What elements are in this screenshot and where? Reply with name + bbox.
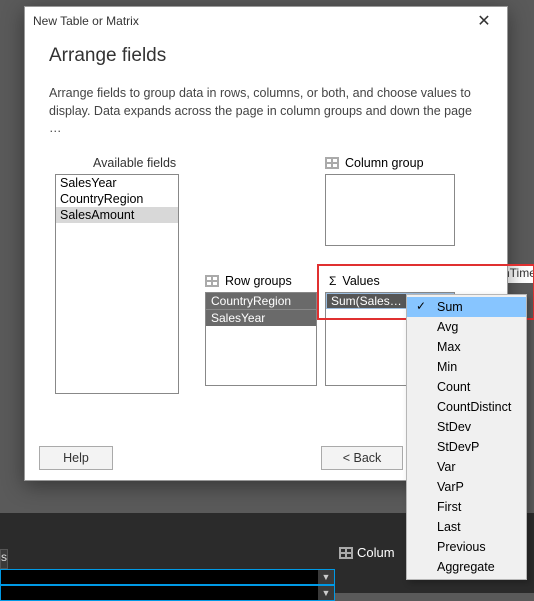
available-field-item[interactable]: SalesYear — [56, 175, 178, 191]
table-icon — [205, 275, 219, 287]
designer-row-1[interactable]: ▼ — [0, 569, 335, 585]
aggregate-context-menu[interactable]: SumAvgMaxMinCountCountDistinctStDevStDev… — [406, 294, 527, 580]
available-field-item[interactable]: CountryRegion — [56, 191, 178, 207]
menu-item-countdistinct[interactable]: CountDistinct — [407, 397, 526, 417]
menu-item-aggregate[interactable]: Aggregate — [407, 557, 526, 577]
menu-item-var[interactable]: Var — [407, 457, 526, 477]
menu-item-first[interactable]: First — [407, 497, 526, 517]
menu-item-max[interactable]: Max — [407, 337, 526, 357]
row-dropdown[interactable]: ▼ — [318, 570, 334, 584]
back-button[interactable]: < Back — [321, 446, 403, 470]
values-header: Σ Values — [329, 274, 380, 288]
menu-item-varp[interactable]: VarP — [407, 477, 526, 497]
available-field-item[interactable]: SalesAmount — [56, 207, 178, 223]
table-icon — [325, 157, 339, 169]
side-tab[interactable]: s — [0, 549, 8, 569]
menu-item-stdevp[interactable]: StDevP — [407, 437, 526, 457]
row-groups-header: Row groups — [205, 274, 292, 288]
values-label: Values — [342, 274, 379, 288]
dialog-titlebar: New Table or Matrix ✕ — [25, 7, 507, 35]
menu-item-stdev[interactable]: StDev — [407, 417, 526, 437]
close-button[interactable]: ✕ — [469, 11, 499, 31]
menu-item-previous[interactable]: Previous — [407, 537, 526, 557]
dialog-description: Arrange fields to group data in rows, co… — [49, 85, 483, 138]
menu-item-last[interactable]: Last — [407, 517, 526, 537]
column-groups-header: Column group — [325, 156, 424, 170]
row-group-item[interactable]: CountryRegion — [206, 293, 316, 309]
menu-item-min[interactable]: Min — [407, 357, 526, 377]
menu-item-sum[interactable]: Sum — [407, 297, 526, 317]
row-groups-label: Row groups — [225, 274, 292, 288]
available-fields-label: Available fields — [93, 156, 176, 170]
available-fields-list[interactable]: SalesYearCountryRegionSalesAmount — [55, 174, 179, 394]
menu-item-avg[interactable]: Avg — [407, 317, 526, 337]
values-item-text: Sum(Sales… — [331, 294, 402, 308]
dialog-title: New Table or Matrix — [33, 14, 139, 28]
row-group-item[interactable]: SalesYear — [206, 309, 316, 326]
dialog-heading: Arrange fields — [49, 45, 483, 67]
help-button[interactable]: Help — [39, 446, 113, 470]
table-icon — [339, 547, 353, 559]
designer-row-2[interactable]: ▼ — [0, 585, 335, 601]
row-groups-list[interactable]: CountryRegionSalesYear — [205, 292, 317, 386]
column-groups-label: Column group — [345, 156, 424, 170]
column-label-text: Colum — [357, 545, 395, 560]
row-dropdown[interactable]: ▼ — [318, 586, 334, 600]
sigma-icon: Σ — [329, 274, 336, 288]
menu-item-count[interactable]: Count — [407, 377, 526, 397]
column-groups-list[interactable] — [325, 174, 455, 246]
designer-column-label: Colum — [339, 545, 395, 560]
